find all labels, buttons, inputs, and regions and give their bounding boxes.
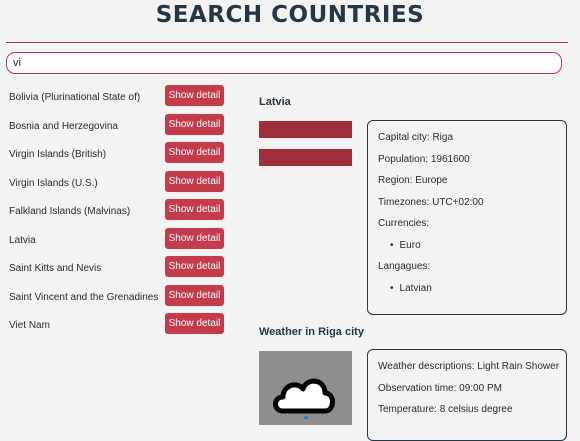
flag-stripe-bottom	[259, 149, 352, 166]
country-name: Virgin Islands (British)	[9, 149, 107, 160]
region-field: Region: Europe	[378, 175, 448, 186]
languages-label: Langagues:	[378, 261, 431, 272]
country-name: Bolivia (Plurinational State of)	[9, 92, 141, 103]
show-detail-button[interactable]: Show detail	[165, 199, 224, 220]
list-item: Saint Vincent and the Grenadines Show de…	[0, 285, 240, 309]
list-item: Viet Nam Show detail	[0, 313, 240, 337]
timezones-field: Timezones: UTC+02:00	[378, 197, 484, 208]
country-name: Viet Nam	[9, 320, 50, 331]
temperature-field: Temperature: 8 celsius degree	[378, 404, 513, 415]
country-name: Virgin Islands (U.S.)	[9, 178, 98, 189]
country-name: Latvia	[9, 235, 36, 246]
country-title: Latvia	[259, 96, 291, 108]
list-item: Virgin Islands (British) Show detail	[0, 142, 240, 166]
show-detail-button[interactable]: Show detail	[165, 313, 224, 334]
country-name: Saint Vincent and the Grenadines	[9, 292, 159, 303]
list-item: Bolivia (Plurinational State of) Show de…	[0, 85, 240, 109]
show-detail-button[interactable]: Show detail	[165, 285, 224, 306]
list-item: Latvia Show detail	[0, 228, 240, 252]
weather-info-card: Weather descriptions: Light Rain Shower …	[367, 349, 567, 441]
show-detail-button[interactable]: Show detail	[165, 171, 224, 192]
show-detail-button[interactable]: Show detail	[165, 228, 224, 249]
title-divider	[6, 42, 568, 43]
country-info-card: Capital city: Riga Population: 1961600 R…	[367, 120, 567, 315]
list-item: Bosnia and Herzegovina Show detail	[0, 114, 240, 138]
language-item: Latvian	[390, 283, 432, 294]
observation-time-field: Observation time: 09:00 PM	[378, 383, 502, 394]
show-detail-button[interactable]: Show detail	[165, 142, 224, 163]
currencies-label: Currencies:	[378, 218, 430, 229]
show-detail-button[interactable]: Show detail	[165, 256, 224, 277]
list-item: Falkland Islands (Malvinas) Show detail	[0, 199, 240, 223]
list-item: Virgin Islands (U.S.) Show detail	[0, 171, 240, 195]
currency-item: Euro	[390, 240, 421, 251]
weather-description-field: Weather descriptions: Light Rain Shower	[378, 361, 560, 372]
country-name: Saint Kitts and Nevis	[9, 263, 102, 274]
search-input[interactable]	[6, 52, 562, 74]
capital-field: Capital city: Riga	[378, 132, 454, 143]
show-detail-button[interactable]: Show detail	[165, 85, 224, 106]
cloud-rain-icon	[259, 351, 352, 425]
population-field: Population: 1961600	[378, 154, 470, 165]
page-title: SEARCH COUNTRIES	[155, 2, 425, 28]
show-detail-button[interactable]: Show detail	[165, 114, 224, 135]
flag-stripe-top	[259, 121, 352, 138]
list-item: Saint Kitts and Nevis Show detail	[0, 256, 240, 280]
weather-title: Weather in Riga city	[259, 326, 364, 338]
country-name: Bosnia and Herzegovina	[9, 121, 118, 132]
country-name: Falkland Islands (Malvinas)	[9, 206, 131, 217]
